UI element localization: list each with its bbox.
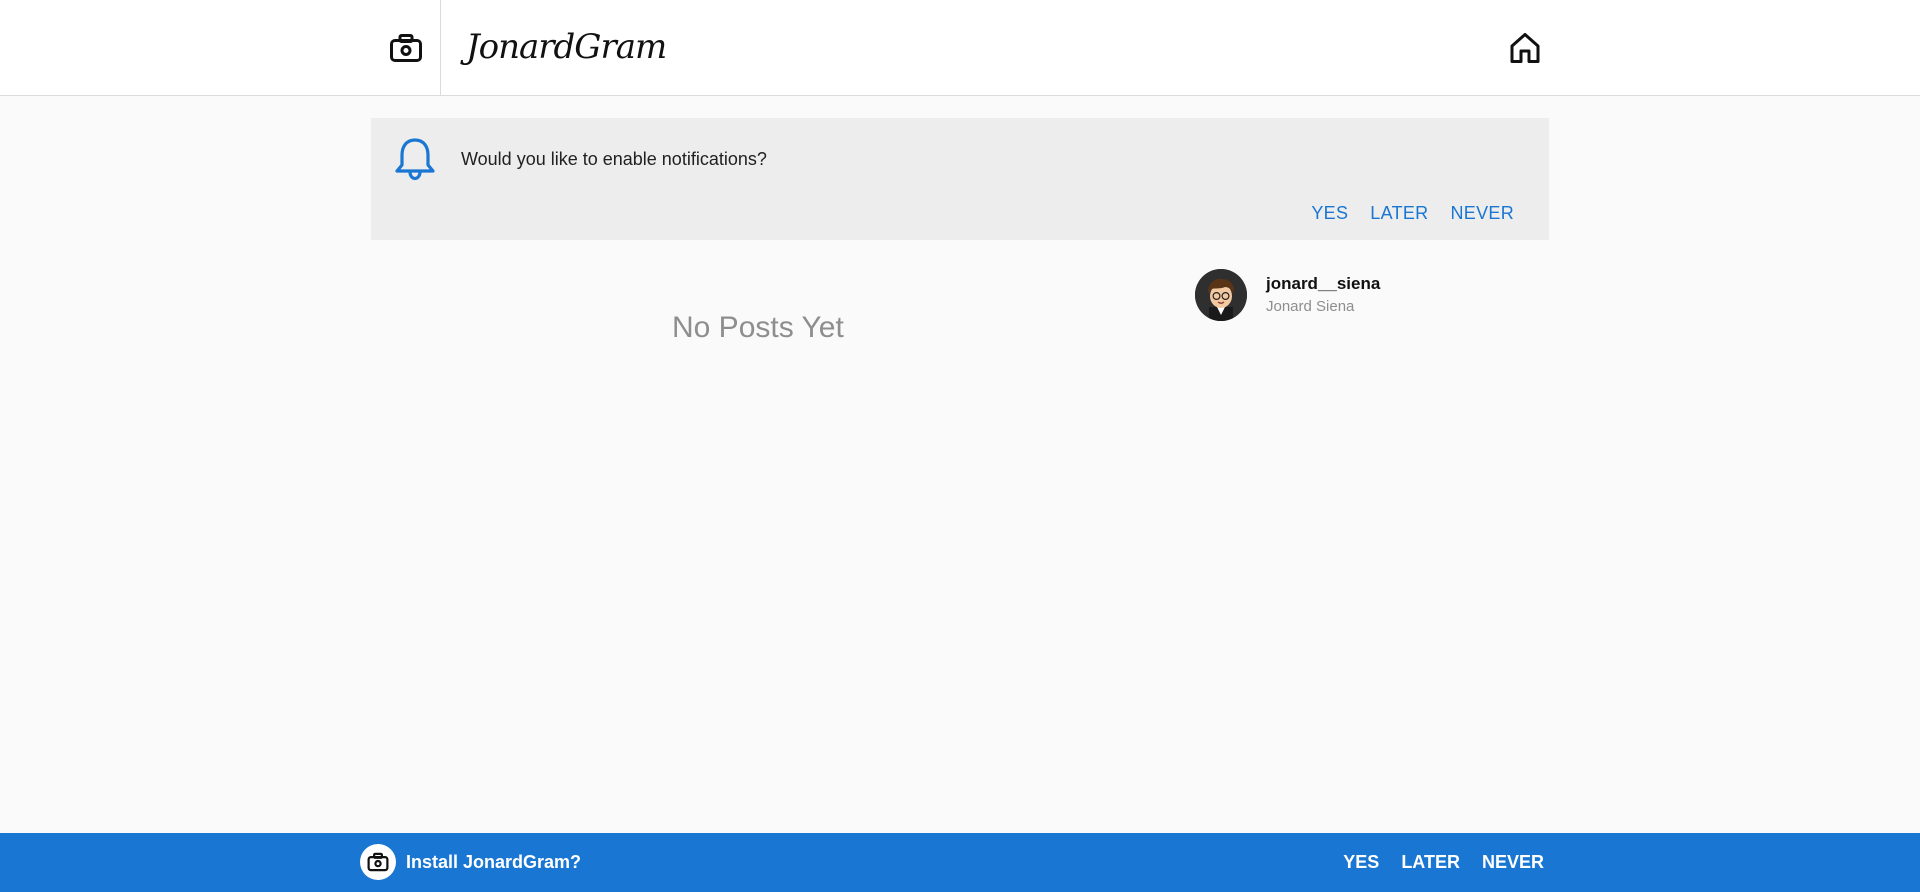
notification-banner: Would you like to enable notifications? … — [371, 118, 1549, 240]
top-app-bar-inner: JonardGram — [371, 0, 1549, 96]
home-icon — [1510, 33, 1540, 63]
install-later-button[interactable]: LATER — [1390, 847, 1471, 877]
install-message: Install JonardGram? — [406, 852, 582, 872]
install-never-button[interactable]: NEVER — [1471, 847, 1555, 877]
notification-later-button[interactable]: LATER — [1359, 198, 1439, 228]
user-avatar — [1195, 269, 1247, 321]
install-app-icon — [360, 844, 396, 880]
camera-button[interactable] — [371, 0, 441, 96]
camera-icon — [390, 34, 422, 62]
top-app-bar: JonardGram — [0, 0, 1920, 96]
bell-icon — [395, 138, 435, 181]
install-actions: YES LATER NEVER — [1332, 847, 1555, 877]
empty-feed-message: No Posts Yet — [672, 311, 844, 344]
header-divider — [440, 0, 441, 96]
notification-message: Would you like to enable notifications? — [461, 149, 767, 169]
brand-logo[interactable]: JonardGram — [466, 22, 667, 72]
profile-summary: jonard__siena Jonard Siena — [1195, 269, 1380, 321]
profile-text: jonard__siena Jonard Siena — [1266, 273, 1380, 317]
notification-actions: YES LATER NEVER — [1300, 198, 1525, 228]
notification-never-button[interactable]: NEVER — [1439, 198, 1525, 228]
install-yes-button[interactable]: YES — [1332, 847, 1390, 877]
home-button[interactable] — [1501, 24, 1549, 72]
profile-username[interactable]: jonard__siena — [1266, 273, 1380, 295]
avatar[interactable] — [1195, 269, 1247, 321]
notification-yes-button[interactable]: YES — [1300, 198, 1359, 228]
install-banner: Install JonardGram? YES LATER NEVER — [0, 833, 1920, 892]
camera-icon — [367, 852, 389, 872]
profile-full-name: Jonard Siena — [1266, 298, 1355, 315]
